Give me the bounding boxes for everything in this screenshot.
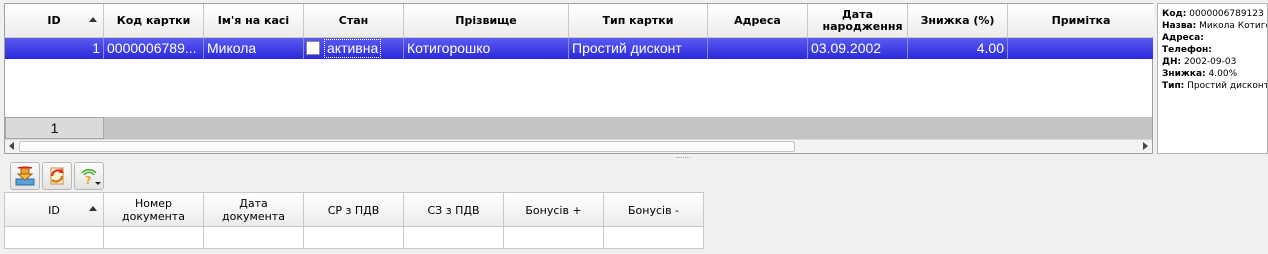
cell-last-name[interactable]: Котигорошко bbox=[404, 38, 569, 59]
info-code: Код: 0000006789123 bbox=[1162, 9, 1264, 19]
svg-text:?: ? bbox=[85, 174, 91, 187]
column-header-sr-vat[interactable]: СР з ПДВ bbox=[304, 193, 404, 227]
table-row[interactable]: 1 0000006789... Микола активна Котигорош… bbox=[5, 38, 1153, 59]
column-header-bonus-minus[interactable]: Бонусів - bbox=[604, 193, 704, 227]
documents-grid-header: ID Номер документа Дата документа СР з П… bbox=[4, 192, 704, 227]
column-header-discount[interactable]: Знижка (%) bbox=[908, 4, 1008, 38]
column-header-sz-vat[interactable]: СЗ з ПДВ bbox=[404, 193, 504, 227]
import-arrow-icon bbox=[15, 166, 35, 186]
column-header-state[interactable]: Стан bbox=[304, 4, 404, 38]
table-cell[interactable] bbox=[604, 227, 704, 248]
scroll-left-icon[interactable] bbox=[9, 142, 14, 150]
table-cell[interactable] bbox=[5, 227, 104, 248]
sort-ascending-icon bbox=[89, 206, 97, 211]
grid-footer: 1 bbox=[5, 117, 1152, 139]
info-address: Адреса: bbox=[1162, 33, 1204, 43]
import-button[interactable] bbox=[10, 162, 40, 190]
app-window: ID Код картки Ім'я на касі Стан Прізвище… bbox=[0, 0, 1268, 254]
cell-note[interactable] bbox=[1008, 38, 1153, 59]
cards-grid-header: ID Код картки Ім'я на касі Стан Прізвище… bbox=[5, 4, 1154, 38]
table-cell[interactable] bbox=[204, 227, 304, 248]
column-header-note[interactable]: Примітка bbox=[1008, 4, 1154, 38]
scroll-right-icon[interactable] bbox=[1143, 142, 1148, 150]
chevron-down-icon[interactable] bbox=[95, 182, 101, 185]
wireless-help-button[interactable]: ? bbox=[74, 162, 104, 190]
info-name: Назва: Микола Котигорошко bbox=[1162, 21, 1267, 31]
cards-grid[interactable]: ID Код картки Ім'я на касі Стан Прізвище… bbox=[4, 3, 1154, 154]
documents-grid[interactable]: ID Номер документа Дата документа СР з П… bbox=[4, 192, 1268, 254]
column-header-address[interactable]: Адреса bbox=[708, 4, 808, 38]
column-header-birth-date[interactable]: Дата народження bbox=[808, 4, 908, 38]
table-cell[interactable] bbox=[304, 227, 404, 248]
state-checkbox[interactable] bbox=[306, 41, 320, 55]
cell-card-type[interactable]: Простий дисконт bbox=[569, 38, 708, 59]
refresh-button[interactable] bbox=[42, 162, 72, 190]
refresh-icon bbox=[50, 167, 64, 185]
toolbar: ? bbox=[10, 162, 104, 190]
info-discount: Знижка: 4.00% bbox=[1162, 69, 1238, 79]
column-header-card-code[interactable]: Код картки bbox=[104, 4, 204, 38]
column-header-id[interactable]: ID bbox=[5, 4, 104, 38]
column-header-doc-number[interactable]: Номер документа bbox=[104, 193, 204, 227]
state-value[interactable]: активна bbox=[324, 39, 382, 58]
cell-birth-date[interactable]: 03.09.2002 bbox=[808, 38, 908, 59]
cell-id[interactable]: 1 bbox=[5, 38, 104, 59]
column-header-card-type[interactable]: Тип картки bbox=[569, 4, 708, 38]
column-header-cashier-name[interactable]: Ім'я на касі bbox=[204, 4, 304, 38]
cell-discount[interactable]: 4.00 bbox=[908, 38, 1008, 59]
card-info-panel: Код: 0000006789123 Назва: Микола Котигор… bbox=[1157, 3, 1268, 154]
table-cell[interactable] bbox=[104, 227, 204, 248]
table-cell[interactable] bbox=[404, 227, 504, 248]
column-header-last-name[interactable]: Прізвище bbox=[404, 4, 569, 38]
column-header-doc-date[interactable]: Дата документа bbox=[204, 193, 304, 227]
splitter-grip[interactable] bbox=[676, 157, 690, 159]
table-row[interactable] bbox=[4, 227, 704, 249]
cell-cashier-name[interactable]: Микола bbox=[204, 38, 304, 59]
cell-address[interactable] bbox=[708, 38, 808, 59]
footer-record-count: 1 bbox=[5, 117, 104, 139]
info-type: Тип: Простий дисконт bbox=[1162, 81, 1268, 91]
scrollbar-thumb[interactable] bbox=[19, 141, 795, 152]
cell-card-code[interactable]: 0000006789... bbox=[104, 38, 204, 59]
sort-ascending-icon bbox=[89, 17, 97, 22]
horizontal-scrollbar[interactable] bbox=[5, 139, 1152, 153]
table-cell[interactable] bbox=[504, 227, 604, 248]
column-header-bonus-plus[interactable]: Бонусів + bbox=[504, 193, 604, 227]
cell-state[interactable]: активна bbox=[304, 38, 404, 59]
info-phone: Телефон: bbox=[1162, 45, 1212, 55]
info-birthday: ДН: 2002-09-03 bbox=[1162, 57, 1237, 67]
column-header-doc-id[interactable]: ID bbox=[4, 193, 104, 227]
